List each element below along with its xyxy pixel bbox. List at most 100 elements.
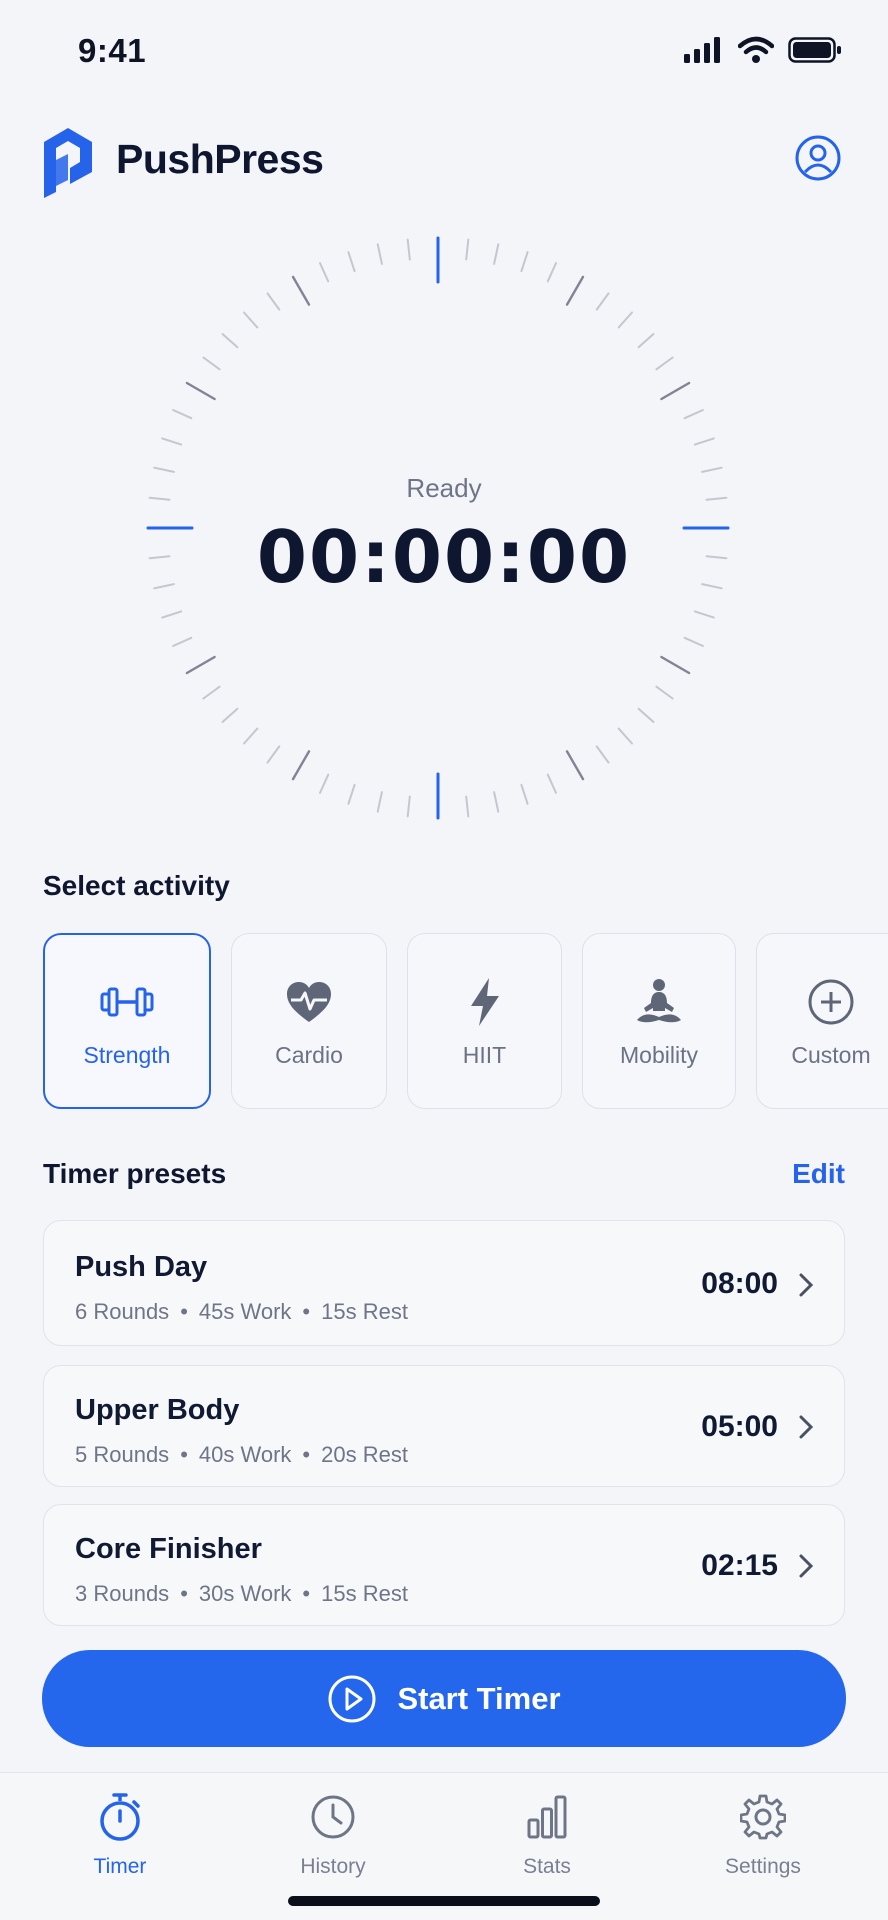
dial-tick: [161, 610, 183, 619]
dial-tick: [161, 437, 183, 446]
dial-tick: [202, 685, 221, 700]
tab-label: Stats: [523, 1855, 571, 1878]
clock-icon: [311, 1795, 355, 1839]
preset-rest: 15s Rest: [321, 1581, 408, 1606]
dial-tick: [406, 795, 411, 818]
tab-timer[interactable]: Timer: [50, 1787, 190, 1879]
preset-details: 5 Rounds • 40s Work • 20s Rest: [75, 1442, 408, 1468]
dial-tick: [376, 791, 383, 813]
plus-circle-icon: [808, 979, 854, 1024]
activity-custom[interactable]: Custom: [756, 933, 888, 1109]
activity-cardio[interactable]: Cardio: [231, 933, 387, 1109]
preset-name: Upper Body: [75, 1394, 240, 1426]
dial-tick: [660, 655, 691, 675]
cellular-signal-icon: [684, 37, 720, 63]
status-icons: [684, 36, 842, 64]
tab-stats[interactable]: Stats: [477, 1787, 617, 1879]
lightning-icon: [470, 977, 499, 1026]
bar-chart-icon: [527, 1795, 567, 1839]
dial-tick: [221, 333, 239, 349]
dial-tick: [701, 466, 723, 473]
start-timer-label: Start Timer: [397, 1680, 561, 1716]
activity-mobility[interactable]: Mobility: [582, 933, 736, 1109]
dial-tick: [493, 243, 500, 265]
user-circle-icon[interactable]: [794, 134, 842, 182]
dial-tick: [465, 238, 470, 261]
preset-rest: 15s Rest: [321, 1299, 408, 1324]
timer-status: Ready: [406, 473, 482, 503]
home-indicator: [288, 1896, 600, 1906]
dial-tick: [221, 707, 239, 723]
preset-name: Push Day: [75, 1251, 208, 1283]
dial-tick: [185, 655, 216, 675]
dial-tick: [347, 783, 356, 805]
dial-tick: [655, 685, 674, 700]
separator-dot: •: [180, 1299, 188, 1324]
dial-tick: [266, 745, 281, 764]
dial-tick: [520, 251, 529, 273]
dial-tick: [493, 791, 500, 813]
preset-rounds: 3 Rounds: [75, 1581, 170, 1606]
activity-strength[interactable]: Strength: [43, 933, 211, 1109]
pushpress-logo-icon: [44, 128, 92, 198]
dial-tick: [637, 333, 655, 349]
dial-tick: [565, 750, 585, 781]
activity-label: Custom: [791, 1041, 871, 1068]
dial-tick: [617, 727, 633, 745]
dial-tick: [546, 262, 557, 283]
tab-settings[interactable]: Settings: [693, 1787, 833, 1879]
dial-tick: [520, 783, 529, 805]
dial-tick: [243, 727, 259, 745]
separator-dot: •: [302, 1299, 311, 1324]
status-time: 9:41: [78, 32, 147, 69]
preset-core-finisher[interactable]: Core Finisher 3 Rounds • 30s Work • 15s Rest…: [43, 1504, 845, 1626]
activity-label: Mobility: [620, 1041, 698, 1068]
tab-label: History: [300, 1855, 366, 1878]
dial-tick: [172, 636, 193, 647]
brand-name: PushPress: [116, 136, 324, 182]
dial-tick: [291, 750, 311, 781]
dial-tick: [319, 262, 330, 283]
dial-tick: [565, 275, 585, 306]
meditation-icon: [637, 978, 681, 1022]
heart-pulse-icon: [287, 981, 331, 1022]
edit-presets-link[interactable]: Edit: [792, 1158, 845, 1190]
activity-hiit[interactable]: HIIT: [407, 933, 562, 1109]
preset-duration: 02:15: [701, 1549, 778, 1582]
preset-details: 3 Rounds • 30s Work • 15s Rest: [75, 1581, 408, 1607]
start-timer-button[interactable]: Start Timer: [42, 1650, 846, 1747]
separator-dot: •: [302, 1442, 311, 1467]
tab-history[interactable]: History: [263, 1787, 403, 1879]
presets-section-title: Timer presets: [43, 1158, 227, 1189]
play-circle-icon: [328, 1675, 376, 1722]
activity-label: Strength: [83, 1041, 171, 1068]
dial-tick: [185, 381, 216, 401]
chevron-right-icon: [799, 1415, 814, 1439]
preset-duration: 05:00: [701, 1410, 778, 1443]
preset-name: Core Finisher: [75, 1533, 262, 1565]
preset-push-day[interactable]: Push Day 6 Rounds • 45s Work • 15s Rest 08:0…: [43, 1220, 845, 1346]
preset-work: 40s Work: [198, 1442, 292, 1467]
separator-dot: •: [180, 1581, 188, 1606]
dial-tick: [243, 311, 259, 329]
dial-tick: [637, 707, 655, 723]
dial-tick: [406, 238, 411, 261]
dial-tick: [595, 292, 610, 311]
dial-tick: [683, 409, 704, 420]
dial-tick: [683, 636, 704, 647]
preset-rest: 20s Rest: [321, 1442, 408, 1467]
timer-display: 00:00:00: [256, 515, 632, 599]
separator-dot: •: [180, 1442, 188, 1467]
activity-label: HIIT: [462, 1041, 507, 1068]
dial-tick: [319, 773, 330, 794]
dial-tick: [693, 610, 715, 619]
dial-tick: [693, 437, 715, 446]
preset-upper-body[interactable]: Upper Body 5 Rounds • 40s Work • 20s Rest 05…: [43, 1365, 845, 1487]
dial-tick: [617, 311, 633, 329]
dial-tick: [376, 243, 383, 265]
dial-tick: [291, 275, 311, 306]
preset-work: 30s Work: [198, 1581, 292, 1606]
dumbbell-icon: [100, 987, 154, 1016]
chevron-right-icon: [799, 1273, 814, 1297]
timer-dial: Ready 00:00:00: [0, 225, 888, 835]
